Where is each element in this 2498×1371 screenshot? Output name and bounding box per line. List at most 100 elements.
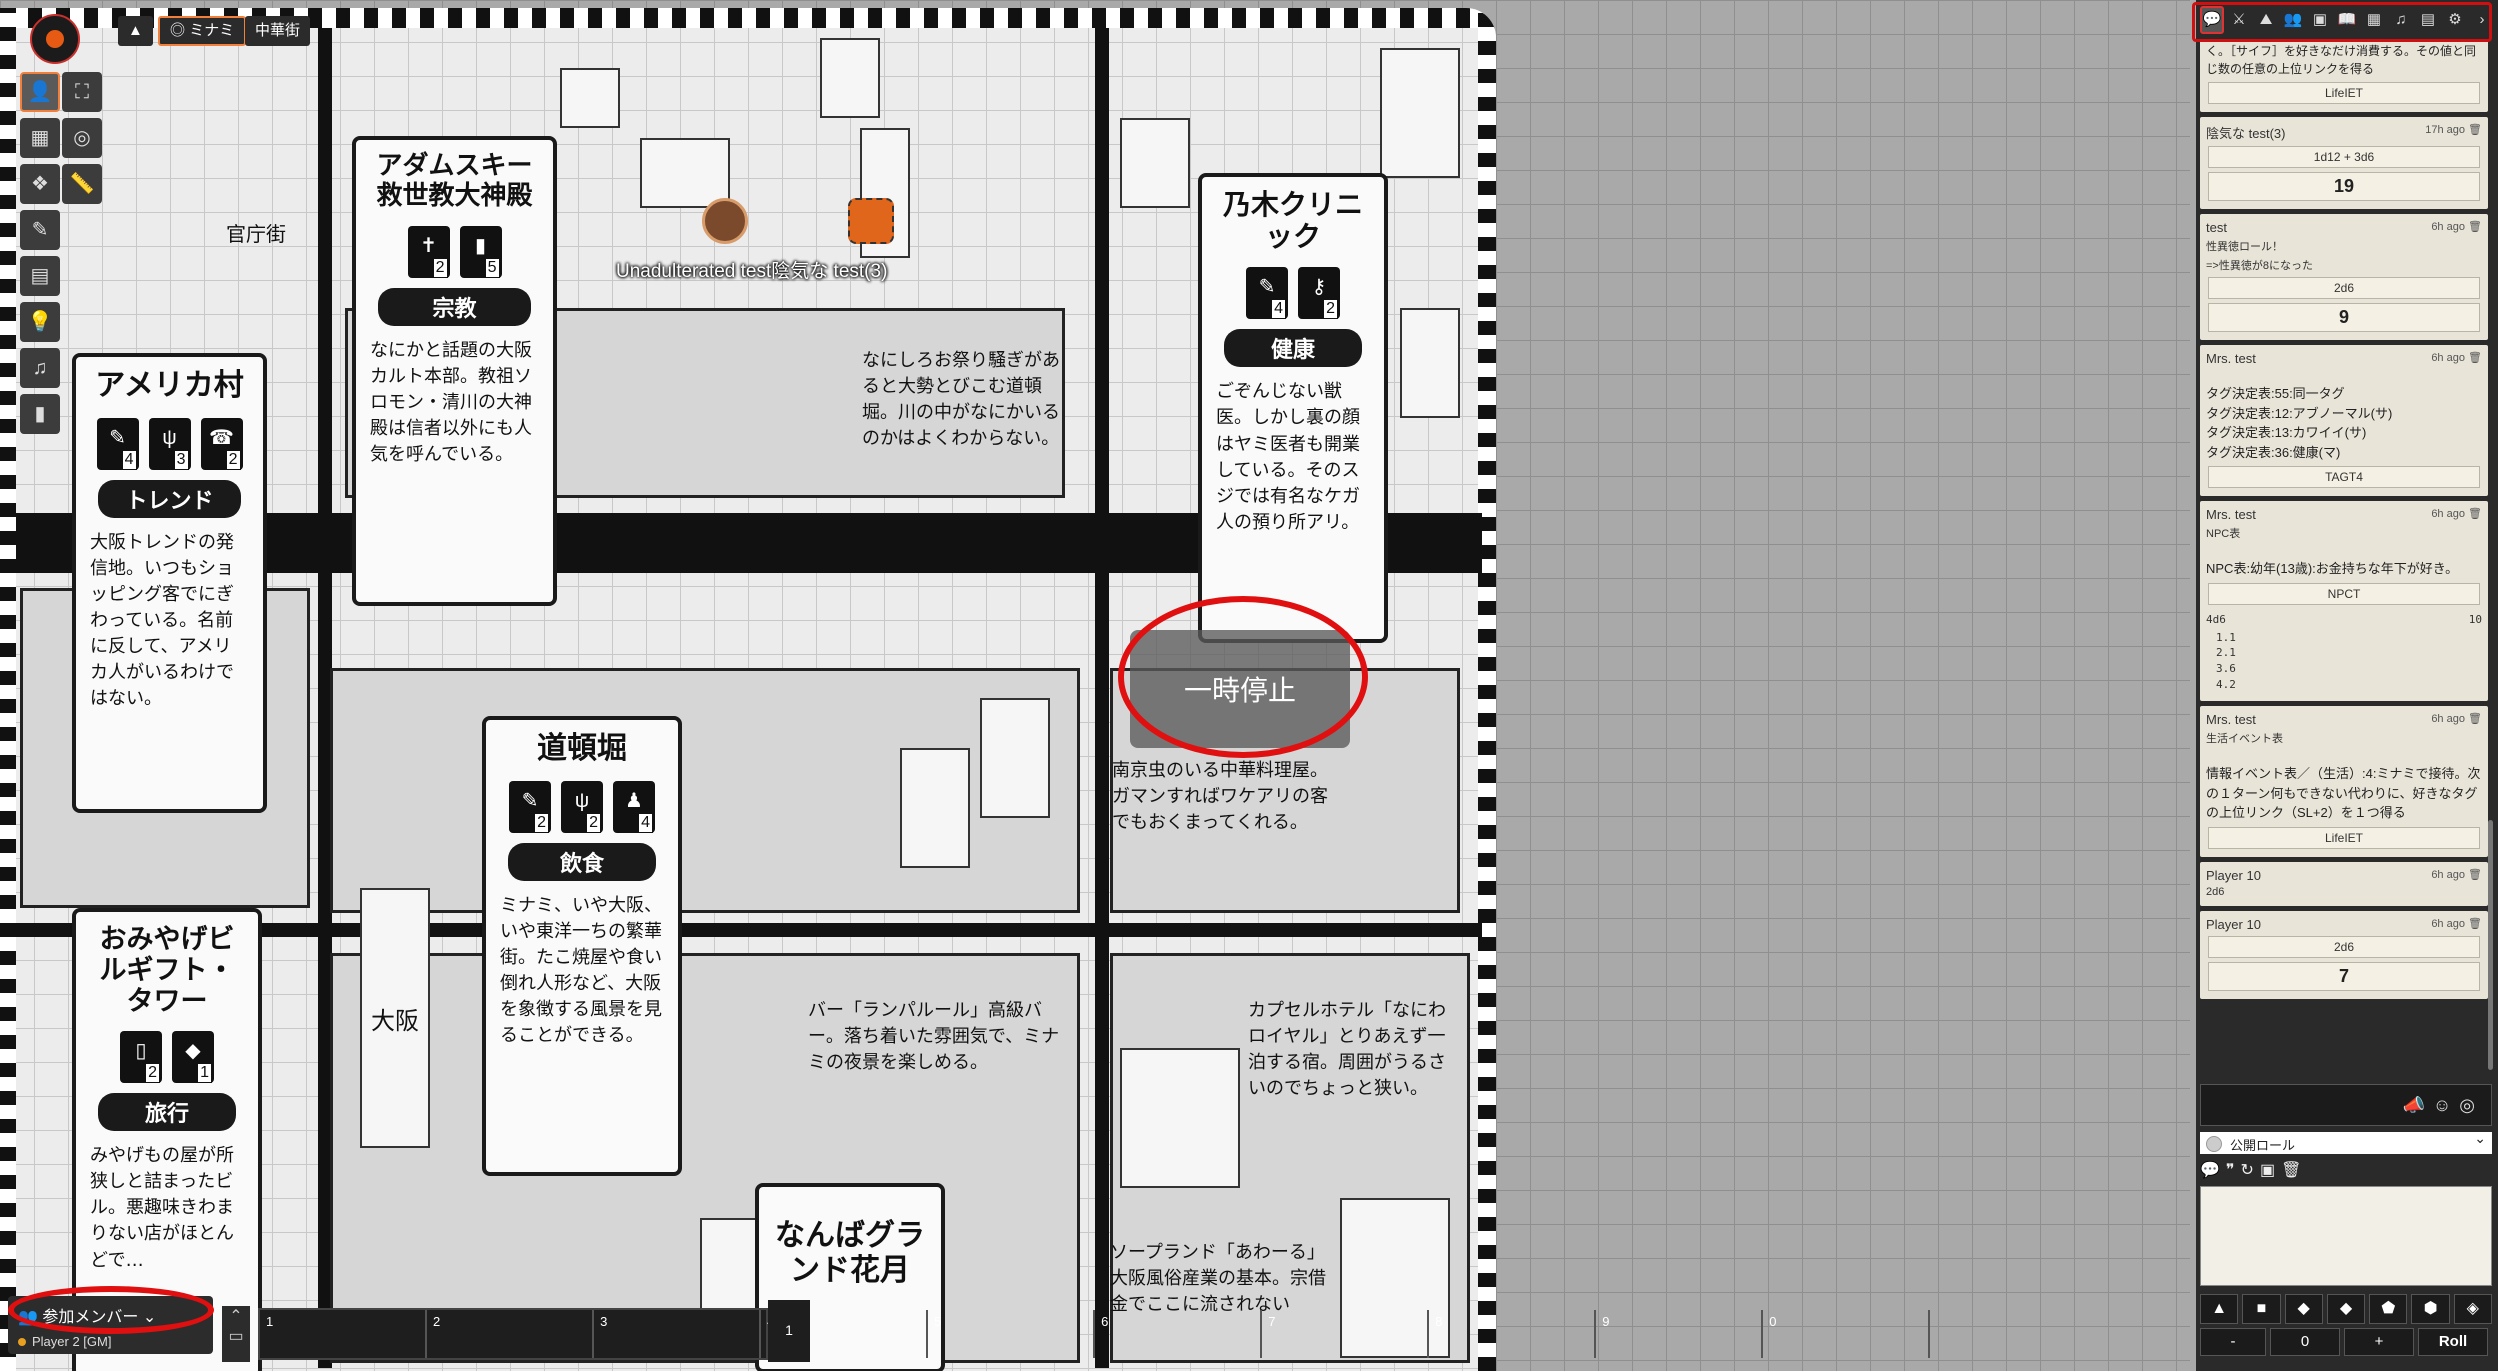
hotbar-slot-8[interactable]: 8 (1429, 1310, 1597, 1358)
hotbar-slot-0[interactable]: 0 (1763, 1310, 1931, 1358)
cubes-icon: ❖ (31, 173, 49, 195)
hotbar-slot-1[interactable]: 1 (260, 1310, 428, 1358)
annotation-box-sidebar-tabs (2192, 2, 2492, 42)
wall-controls-button[interactable]: ▤ (20, 256, 60, 296)
hotbar-page-control[interactable]: 1 (768, 1300, 810, 1362)
sidebar: 💬 ⚔ ⛰ 👥 ▣ 📖 ▦ ♫ ▤ ⚙ › く。［サイフ］を好きなだけ消費する。… (2196, 0, 2498, 1371)
d20-icon[interactable]: ⬢ (2411, 1294, 2450, 1324)
trash-icon[interactable]: 🗑 (2468, 713, 2482, 725)
chat-toolbar: 💬❞↻▣🗑 (2200, 1160, 2492, 1182)
table-draw-button[interactable]: LifeIET (2208, 826, 2480, 849)
panel-title: アダムスキー救世教大神殿 (376, 151, 533, 211)
cross-icon: ✝ 2 (407, 225, 450, 278)
roll-total[interactable]: 9 (2208, 303, 2480, 332)
trash-icon[interactable]: 🗑 (2468, 352, 2482, 364)
nav-toggle-button[interactable]: ▲ (118, 16, 153, 46)
character-token-selected[interactable] (848, 198, 894, 244)
fork-icon: ψ3 (148, 417, 191, 470)
d6-icon[interactable]: ■ (2242, 1294, 2281, 1324)
tile-controls-button[interactable]: ❖ (20, 164, 60, 204)
dice-summary[interactable]: 4d6 10 (2206, 613, 2482, 626)
ruler-icon: ▦ (30, 127, 50, 149)
chat-message-input[interactable] (2200, 1186, 2492, 1286)
bookmark-icon: ▮ (34, 403, 46, 425)
quote-icon[interactable]: ❞ (2226, 1162, 2241, 1179)
trash-icon[interactable]: 🗑 (2468, 869, 2482, 881)
chat-scrollbar[interactable] (2488, 820, 2493, 1070)
measure-controls-button[interactable]: ▦ (20, 118, 60, 158)
d8-icon[interactable]: ◆ (2284, 1294, 2323, 1324)
modifier-plus-button[interactable]: + (2344, 1328, 2414, 1356)
trash-icon[interactable]: 🗑 (2468, 124, 2482, 136)
table-draw-button[interactable]: LifeIET (2208, 82, 2480, 104)
speech-icon[interactable]: 💬 (2200, 1162, 2226, 1179)
table-result-line: タグ決定表:36:健康(マ) (2206, 444, 2341, 460)
roll-button[interactable]: Roll (2418, 1328, 2488, 1356)
chat-speaker-bar[interactable]: 📣☺◎ (2200, 1084, 2492, 1126)
person-icon: ♟ 4 (613, 780, 655, 833)
macro-directory-button[interactable]: ⌃ ▭ (222, 1306, 250, 1362)
message-body: く。［サイフ］を好きなだけ消費する。その値と同じ数の任意の上位リンクを得る (2206, 44, 2477, 76)
panel-title: 道頓堀 (537, 731, 627, 766)
dice-buttons: ▲ ■ ◆ ◆ ⬟ ⬢ ◈ (2200, 1294, 2492, 1324)
hotbar-slot-6[interactable]: 6 (1095, 1310, 1263, 1358)
ruler-icon: 📏 (69, 173, 95, 195)
roll-total[interactable]: 19 (2208, 172, 2480, 201)
export-icon[interactable]: ▣ (2260, 1162, 2281, 1179)
sound-controls-button[interactable]: ♫ (20, 348, 60, 388)
scene-tab-minami[interactable]: ◎ ミナミ (158, 16, 247, 46)
hotbar-slot-9[interactable]: 9 (1596, 1310, 1764, 1358)
d12-icon[interactable]: ⬟ (2369, 1294, 2408, 1324)
building (1120, 118, 1190, 208)
emote-icon[interactable]: ☺ (2433, 1095, 2459, 1115)
hotbar-slot-7[interactable]: 7 (1262, 1310, 1430, 1358)
chat-log[interactable]: く。［サイフ］を好きなだけ消費する。その値と同じ数の任意の上位リンクを得る Li… (2200, 40, 2488, 1080)
notes-controls-button[interactable]: ▮ (20, 394, 60, 434)
megaphone-icon[interactable]: 📣 (2402, 1095, 2432, 1115)
hotbar-slot-2[interactable]: 2 (427, 1310, 595, 1358)
panel-tag: トレンド (98, 479, 241, 518)
macro-hotbar[interactable]: 1 2 3 4 5 6 7 8 9 0 (258, 1308, 1931, 1360)
refresh-icon[interactable]: ↻ (2241, 1162, 2260, 1179)
d100-icon[interactable]: ◈ (2453, 1294, 2492, 1324)
panel-text: 大阪トレンドの発信地。いつもショッピング客でにぎわっている。名前に反して、アメリ… (90, 531, 234, 710)
drawing-controls-button[interactable]: ✎ (20, 210, 60, 250)
character-token-test[interactable] (702, 198, 748, 244)
ruler-tool-button[interactable]: 📏 (62, 164, 102, 204)
hotbar-slot-3[interactable]: 3 (594, 1310, 762, 1358)
d10-icon[interactable]: ◆ (2326, 1294, 2366, 1324)
trash-icon[interactable]: 🗑 (2468, 221, 2482, 233)
trash-icon[interactable]: 🗑 (2468, 508, 2482, 520)
hide-icon[interactable]: ◎ (2459, 1095, 2483, 1115)
folder-icon: ▭ (228, 1328, 244, 1345)
trash-icon[interactable]: 🗑 (2468, 918, 2482, 930)
scene-tab-label: ミナミ (189, 22, 235, 39)
table-draw-button[interactable]: TAGT4 (2208, 466, 2480, 488)
roll-mode-select[interactable]: 公開ロール (2200, 1130, 2492, 1154)
trash-icon[interactable]: 🗑 (2281, 1162, 2307, 1179)
message-timestamp: 6h ago 🗑 (2431, 508, 2482, 520)
select-tool-button[interactable]: ⛶ (62, 72, 102, 112)
dice-row: 4.2 (2216, 678, 2236, 692)
token-controls-button[interactable]: 👤 (20, 72, 60, 112)
lighting-controls-button[interactable]: 💡 (20, 302, 60, 342)
table-draw-button[interactable]: NPCT (2208, 582, 2480, 605)
scene-tab-chukagai[interactable]: 中華街 (245, 16, 311, 46)
roll-total[interactable]: 7 (2208, 961, 2480, 991)
app-logo-icon[interactable] (30, 14, 80, 64)
modifier-value[interactable]: 0 (2270, 1328, 2340, 1356)
panel-title: アメリカ村 (95, 368, 244, 403)
roll-formula[interactable]: 1d12 + 3d6 (2208, 146, 2480, 168)
roll-formula[interactable]: 2d6 (2208, 277, 2480, 299)
table-result-line: タグ決定表:12:アブノーマル(サ) (2206, 405, 2393, 421)
modifier-minus-button[interactable]: - (2200, 1328, 2266, 1356)
target-tool-button[interactable]: ◎ (62, 118, 102, 158)
d4-icon[interactable]: ▲ (2200, 1294, 2239, 1324)
expand-icon: ⛶ (75, 81, 89, 103)
message-body: NPC表:幼年(13歳):お金持ちな年下が好き。 (2206, 561, 2459, 576)
roll-formula[interactable]: 2d6 (2208, 935, 2480, 958)
message-body: タグ決定表:55:同一タグ タグ決定表:12:アブノーマル(サ) タグ決定表:1… (2206, 384, 2482, 462)
hotbar-slot-5[interactable]: 5 (928, 1310, 1096, 1358)
table-result-line: タグ決定表:55:同一タグ (2206, 386, 2345, 401)
target-icon: ◎ (73, 127, 91, 149)
